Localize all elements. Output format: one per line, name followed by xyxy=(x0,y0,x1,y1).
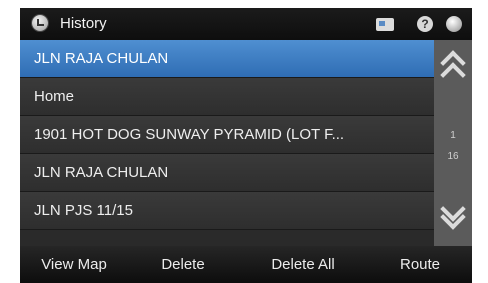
globe-icon[interactable] xyxy=(446,16,462,32)
scroll-panel: 1 16 xyxy=(434,40,472,246)
view-map-button[interactable]: View Map xyxy=(20,246,128,283)
list-item[interactable]: JLN PJS 11/15 xyxy=(20,192,434,230)
page-current: 1 xyxy=(450,130,456,141)
delete-all-button[interactable]: Delete All xyxy=(238,246,368,283)
list-item[interactable]: JLN RAJA CHULAN xyxy=(20,40,434,78)
history-list: JLN RAJA CHULAN Home 1901 HOT DOG SUNWAY… xyxy=(20,40,434,246)
title-bar: History ? xyxy=(20,8,472,40)
page-title: History xyxy=(60,15,107,32)
scroll-up-button[interactable] xyxy=(434,48,472,88)
list-item[interactable]: 1901 HOT DOG SUNWAY PYRAMID (LOT F... xyxy=(20,116,434,154)
route-button[interactable]: Route xyxy=(368,246,472,283)
scroll-down-button[interactable] xyxy=(434,196,472,240)
list-item[interactable]: JLN RAJA CHULAN xyxy=(20,154,434,192)
list-item[interactable]: Home xyxy=(20,78,434,116)
history-screen: History ? JLN RAJA CHULAN Home 1901 HOT … xyxy=(20,8,472,283)
card-icon[interactable] xyxy=(376,18,394,31)
help-icon[interactable]: ? xyxy=(417,16,433,32)
bottom-toolbar: View Map Delete Delete All Route xyxy=(20,246,472,283)
page-total: 16 xyxy=(447,151,459,162)
delete-button[interactable]: Delete xyxy=(128,246,238,283)
history-icon xyxy=(32,15,48,31)
